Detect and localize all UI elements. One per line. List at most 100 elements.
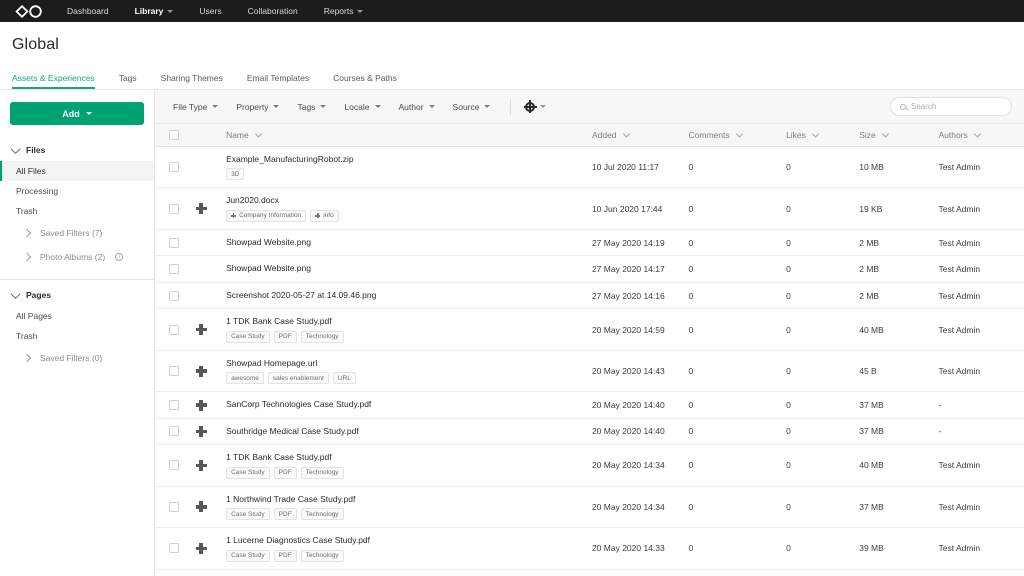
tab-assets-experiences[interactable]: Assets & Experiences [12, 73, 107, 89]
row-checkbox[interactable] [169, 502, 179, 512]
sidebar-group-header-files[interactable]: Files [0, 139, 154, 161]
row-checkbox[interactable] [169, 264, 179, 274]
table-row[interactable]: Showpad Website.png27 May 2020 14:19002 … [155, 229, 1024, 255]
filter-source[interactable]: Source [453, 102, 491, 112]
table-row[interactable]: Southridge Medical Case Study.pdf20 May … [155, 418, 1024, 444]
infinity-logo[interactable] [14, 4, 44, 18]
tag-pill[interactable]: Case Study [226, 467, 270, 479]
tag-pill[interactable]: Technology [301, 550, 344, 562]
settings-button[interactable] [525, 102, 546, 112]
sidebar-item-trash[interactable]: Trash [0, 201, 154, 221]
tab-courses-paths[interactable]: Courses & Paths [333, 73, 409, 89]
drag-handle-icon[interactable] [196, 366, 207, 377]
drag-handle-icon[interactable] [196, 324, 207, 335]
asset-table-container[interactable]: Name Added Comments [155, 124, 1024, 576]
tab-email-templates[interactable]: Email Templates [247, 73, 321, 89]
file-name[interactable]: SanCorp Technologies Case Study.pdf [226, 399, 584, 410]
sidebar-subitem-saved-filters-7[interactable]: Saved Filters (7) [0, 221, 154, 245]
column-header-name[interactable]: Name [222, 124, 588, 147]
filter-property[interactable]: Property [236, 102, 279, 112]
file-name[interactable]: 1 TDK Bank Case Study.pdf [226, 316, 584, 327]
tag-pill[interactable]: 3D [226, 168, 244, 180]
drag-handle-icon[interactable] [196, 203, 207, 214]
tag-pill[interactable]: Technology [301, 508, 344, 520]
column-header-comments[interactable]: Comments [685, 124, 783, 147]
select-all-checkbox[interactable] [169, 130, 179, 140]
info-icon[interactable]: i [115, 253, 123, 261]
file-name[interactable]: 1 TDK Bank Case Study.pdf [226, 452, 584, 463]
table-row[interactable]: SanCorp Technologies Case Study.pdf20 Ma… [155, 392, 1024, 418]
search-box[interactable] [890, 97, 1012, 116]
row-checkbox[interactable] [169, 291, 179, 301]
search-input[interactable] [911, 102, 1002, 111]
table-row[interactable]: 1 Lucerne Diagnostics Case Study.pdf Case… [155, 528, 1024, 569]
column-header-authors[interactable]: Authors [935, 124, 1024, 147]
add-button[interactable]: Add [10, 102, 144, 125]
file-name[interactable]: Example_ManufacturingRobot.zip [226, 154, 584, 165]
nav-item-dashboard[interactable]: Dashboard [54, 0, 122, 22]
drag-handle-icon[interactable] [196, 501, 207, 512]
file-name[interactable]: Southridge Medical Case Study.pdf [226, 426, 584, 437]
tab-tags[interactable]: Tags [119, 73, 149, 89]
table-row[interactable]: Jun2020.docxCompany Informationinfo10 Ju… [155, 188, 1024, 229]
sidebar-subitem-saved-filters-0[interactable]: Saved Filters (0) [0, 346, 154, 370]
filter-author[interactable]: Author [399, 102, 435, 112]
row-checkbox[interactable] [169, 543, 179, 553]
row-checkbox[interactable] [169, 400, 179, 410]
tag-pill[interactable]: awesome [226, 372, 264, 384]
tag-pill[interactable]: PDF [274, 467, 297, 479]
nav-item-library[interactable]: Library [122, 0, 187, 22]
nav-item-users[interactable]: Users [186, 0, 234, 22]
file-name[interactable]: Showpad Website.png [226, 237, 584, 248]
tag-pill[interactable]: Case Study [226, 508, 270, 520]
tab-sharing-themes[interactable]: Sharing Themes [161, 73, 235, 89]
nav-item-collaboration[interactable]: Collaboration [235, 0, 311, 22]
row-checkbox[interactable] [169, 426, 179, 436]
table-row[interactable]: 1 Northwind Trade Case Study.pdf Case Stu… [155, 486, 1024, 527]
row-checkbox[interactable] [169, 162, 179, 172]
sidebar-item-trash[interactable]: Trash [0, 326, 154, 346]
sidebar-item-all-pages[interactable]: All Pages [0, 306, 154, 326]
file-name[interactable]: Jun2020.docx [226, 195, 584, 206]
tag-pill[interactable]: URL [333, 372, 356, 384]
sidebar-item-all-files[interactable]: All Files [0, 161, 154, 181]
table-row[interactable]: 1 TDK Bank Case Study.pdf Case Study PDF Te… [155, 445, 1024, 486]
tag-pill[interactable]: Technology [301, 331, 344, 343]
table-row[interactable]: Showpad Website.png27 May 2020 14:17002 … [155, 256, 1024, 282]
table-row[interactable]: Showpad Homepage.url awesome sales enablem… [155, 350, 1024, 391]
tag-pill[interactable]: Case Study [226, 550, 270, 562]
tag-pill[interactable]: PDF [274, 550, 297, 562]
table-row[interactable]: Screenshot 2020-05-27 at 14.09.46.png27 … [155, 282, 1024, 308]
filter-file-type[interactable]: File Type [173, 102, 218, 112]
tag-pill[interactable]: sales enablement [268, 372, 329, 384]
tag-pill[interactable]: PDF [274, 508, 297, 520]
tag-pill[interactable]: PDF [274, 331, 297, 343]
sidebar-item-processing[interactable]: Processing [0, 181, 154, 201]
table-row[interactable]: 1 TDK Bank Case Study.pdf Case Study PDF Te… [155, 309, 1024, 350]
sidebar-group-header-pages[interactable]: Pages [0, 284, 154, 306]
row-checkbox[interactable] [169, 325, 179, 335]
file-name[interactable]: Showpad Homepage.url [226, 358, 584, 369]
table-row[interactable]: Example_ManufacturingRobot.zip3D10 Jul 2… [155, 147, 1024, 188]
sidebar-subitem-photo-albums-2[interactable]: Photo Albums (2)i [0, 245, 154, 269]
file-name[interactable]: 1 Lucerne Diagnostics Case Study.pdf [226, 535, 584, 546]
nav-item-reports[interactable]: Reports [311, 0, 377, 22]
tag-pill[interactable]: Technology [301, 467, 344, 479]
tag-pill[interactable]: Case Study [226, 331, 270, 343]
row-checkbox[interactable] [169, 366, 179, 376]
column-header-likes[interactable]: Likes [782, 124, 855, 147]
tag-pill[interactable]: info [310, 210, 338, 222]
file-name[interactable]: Screenshot 2020-05-27 at 14.09.46.png [226, 290, 584, 301]
column-header-size[interactable]: Size [855, 124, 934, 147]
tag-pill[interactable]: Company Information [226, 210, 306, 222]
file-name[interactable]: Showpad Website.png [226, 263, 584, 274]
file-name[interactable]: 1 Northwind Trade Case Study.pdf [226, 494, 584, 505]
drag-handle-icon[interactable] [196, 426, 207, 437]
row-checkbox[interactable] [169, 238, 179, 248]
drag-handle-icon[interactable] [196, 460, 207, 471]
column-header-added[interactable]: Added [588, 124, 685, 147]
row-checkbox[interactable] [169, 460, 179, 470]
drag-handle-icon[interactable] [196, 400, 207, 411]
filter-locale[interactable]: Locale [344, 102, 380, 112]
filter-tags[interactable]: Tags [297, 102, 326, 112]
